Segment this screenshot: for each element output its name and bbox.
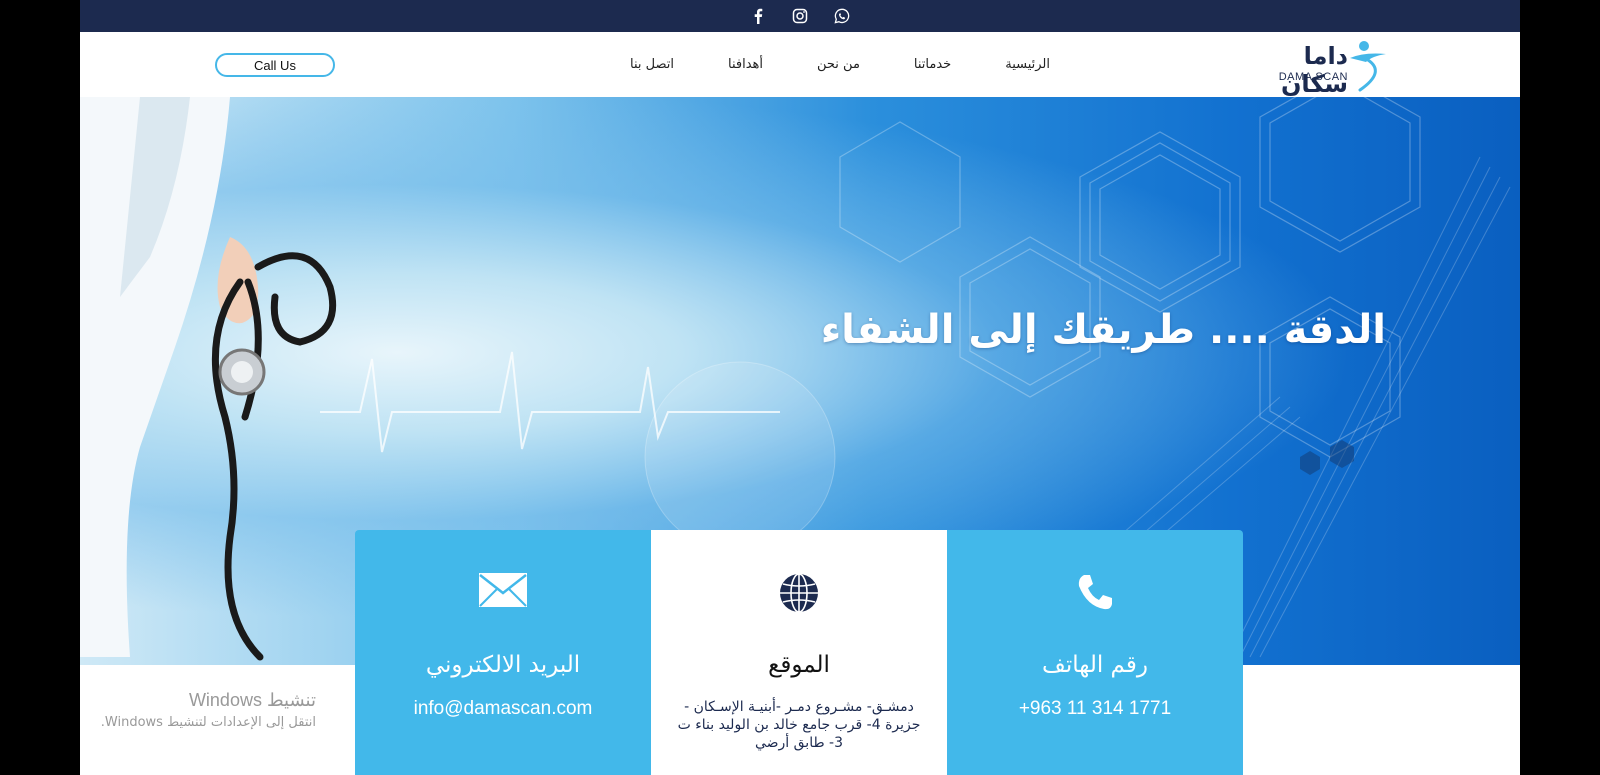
windows-activation-watermark: تنشيط Windows انتقل إلى الإعدادات لتنشيط… (80, 690, 316, 730)
logo-text-ar: داما سكان (1280, 42, 1348, 98)
email-value[interactable]: info@damascan.com (355, 698, 651, 720)
nav-item-contact[interactable]: اتصل بنا (630, 57, 674, 72)
logo-text-en: DAMA SCAN (1278, 71, 1348, 83)
main-nav: الرئيسية خدماتنا من نحن أهدافنا اتصل بنا (630, 32, 1050, 97)
page: Call Us الرئيسية خدماتنا من نحن أهدافنا … (80, 0, 1520, 775)
nav-item-goals[interactable]: أهدافنا (728, 57, 763, 72)
watermark-title: تنشيط Windows (188, 690, 316, 710)
hero-headline: الدقة .... طريقك إلى الشفاء (820, 307, 1386, 353)
whatsapp-icon[interactable] (832, 6, 852, 26)
watermark-subtitle: انتقل إلى الإعدادات لتنشيط Windows. (100, 715, 316, 730)
nav-item-about[interactable]: من نحن (817, 57, 860, 72)
nav-item-home[interactable]: الرئيسية (1005, 57, 1050, 72)
contact-cards: البريد الالكتروني info@damascan.com المو… (355, 530, 1245, 775)
envelope-icon (355, 572, 651, 616)
social-bar (80, 0, 1520, 32)
logo-mark-icon (1350, 41, 1386, 92)
instagram-icon[interactable] (790, 6, 810, 26)
nav-item-services[interactable]: خدماتنا (914, 57, 951, 72)
location-title: الموقع (768, 652, 830, 678)
email-card: البريد الالكتروني info@damascan.com (355, 530, 651, 775)
phone-value[interactable]: +963 11 314 1771 (947, 698, 1243, 720)
phone-icon (947, 572, 1243, 616)
email-title: البريد الالكتروني (425, 652, 581, 678)
facebook-icon[interactable] (748, 6, 768, 26)
location-value: دمشـق- مشـروع دمـر -أبنيـة الإسـكان - جز… (677, 699, 921, 751)
header: Call Us الرئيسية خدماتنا من نحن أهدافنا … (80, 32, 1520, 98)
call-us-button[interactable]: Call Us (215, 53, 335, 77)
location-card: الموقع دمشـق- مشـروع دمـر -أبنيـة الإسـك… (651, 530, 947, 775)
phone-title: رقم الهاتف (1042, 652, 1148, 678)
globe-icon (651, 572, 947, 616)
logo[interactable]: داما سكان DAMA SCAN (1245, 38, 1390, 98)
phone-card: رقم الهاتف +963 11 314 1771 (947, 530, 1243, 775)
